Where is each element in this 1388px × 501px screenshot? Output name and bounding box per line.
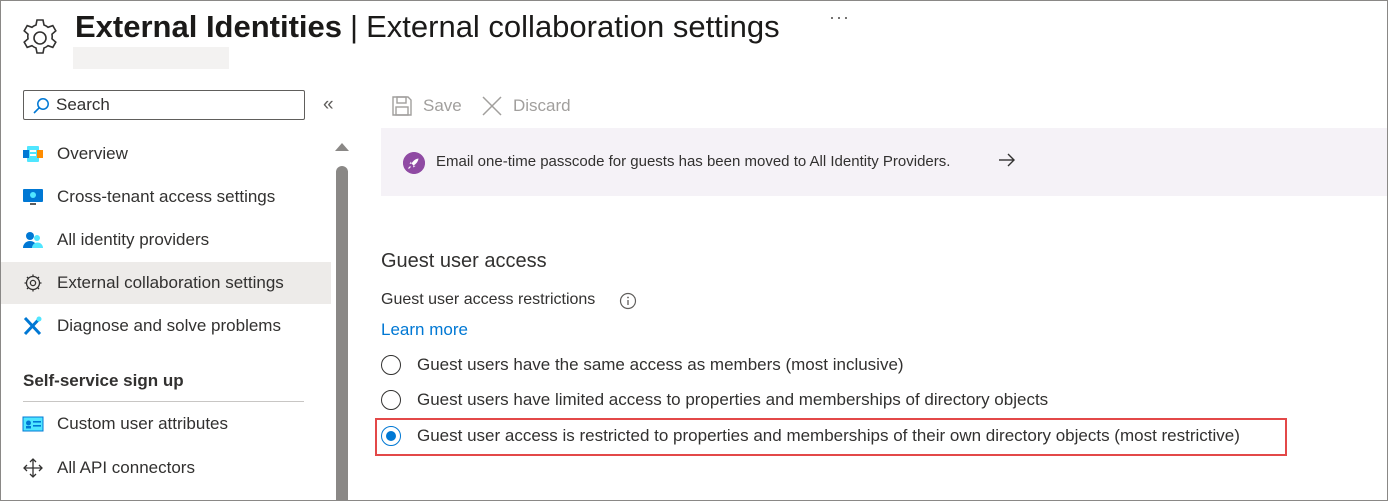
gear-icon: [24, 274, 42, 292]
sidebar-item-label: Cross-tenant access settings: [57, 187, 276, 206]
sidebar-item-cross-tenant[interactable]: Cross-tenant access settings: [1, 176, 331, 218]
sidebar-item-external-collaboration[interactable]: External collaboration settings: [1, 262, 331, 304]
arrow-right-icon[interactable]: [998, 152, 1016, 168]
users-icon: [23, 232, 43, 248]
radio-label: Guest users have limited access to prope…: [417, 390, 1049, 409]
radio-label: Guest users have the same access as memb…: [417, 355, 904, 374]
save-icon: [392, 96, 412, 116]
radio-option-limited-access[interactable]: Guest users have limited access to prope…: [381, 387, 1048, 413]
gear-icon: [23, 19, 57, 54]
sidebar-item-label: Diagnose and solve problems: [57, 316, 281, 335]
wrench-icon: [23, 316, 42, 336]
page-title: External Identities | External collaborati…: [75, 7, 780, 47]
section-title-self-service: Self-service sign up: [23, 371, 184, 390]
restrictions-label: Guest user access restrictions: [381, 291, 596, 308]
sidebar-item-custom-attributes[interactable]: Custom user attributes: [1, 403, 331, 445]
radio-button[interactable]: [381, 390, 401, 410]
banner-message: Email one-time passcode for guests has b…: [436, 153, 951, 170]
info-banner[interactable]: Email one-time passcode for guests has b…: [381, 128, 1387, 196]
close-icon: [482, 96, 502, 116]
radio-option-same-access[interactable]: Guest users have the same access as memb…: [381, 352, 904, 378]
title-separator: |: [350, 9, 359, 44]
save-label: Save: [423, 96, 462, 115]
scroll-up-arrow-icon[interactable]: [335, 143, 349, 151]
monitor-icon: [23, 189, 43, 205]
search-input[interactable]: [56, 94, 296, 116]
learn-more-link[interactable]: Learn more: [381, 320, 468, 340]
collapse-sidebar-button[interactable]: «: [323, 94, 334, 116]
sidebar-item-api-connectors[interactable]: All API connectors: [1, 447, 331, 489]
page-title-bold: External Identities: [75, 9, 343, 44]
discard-label: Discard: [513, 96, 571, 115]
section-divider: [23, 401, 304, 402]
scrollbar-thumb[interactable]: [336, 166, 348, 500]
sidebar-item-diagnose[interactable]: Diagnose and solve problems: [1, 305, 331, 347]
page-title-rest: External collaboration settings: [366, 9, 780, 44]
redacted-subtitle: [73, 47, 229, 69]
sidebar-item-label: All API connectors: [57, 458, 195, 477]
sidebar-scrollbar[interactable]: [335, 139, 349, 500]
save-button[interactable]: Save: [391, 91, 462, 121]
id-card-icon: [22, 416, 44, 432]
info-icon[interactable]: [619, 292, 637, 310]
sidebar-item-label: External collaboration settings: [57, 273, 284, 292]
sidebar-item-label: All identity providers: [57, 230, 210, 249]
rocket-icon: [403, 152, 425, 174]
discard-button[interactable]: Discard: [481, 91, 571, 121]
section-heading-guest-access: Guest user access: [381, 250, 547, 272]
more-options-button[interactable]: ···: [829, 7, 850, 28]
search-icon: [33, 98, 49, 114]
move-arrows-icon: [23, 458, 43, 478]
sidebar-item-label: Custom user attributes: [57, 414, 229, 433]
overview-icon: [23, 146, 43, 162]
radio-button[interactable]: [381, 355, 401, 375]
highlight-box: [375, 418, 1287, 456]
sidebar-item-identity-providers[interactable]: All identity providers: [1, 219, 331, 261]
search-box[interactable]: [23, 90, 305, 120]
app-window: External Identities | External collaborati…: [0, 0, 1388, 501]
sidebar-item-overview[interactable]: Overview: [1, 133, 331, 175]
sidebar-item-label: Overview: [57, 144, 128, 163]
